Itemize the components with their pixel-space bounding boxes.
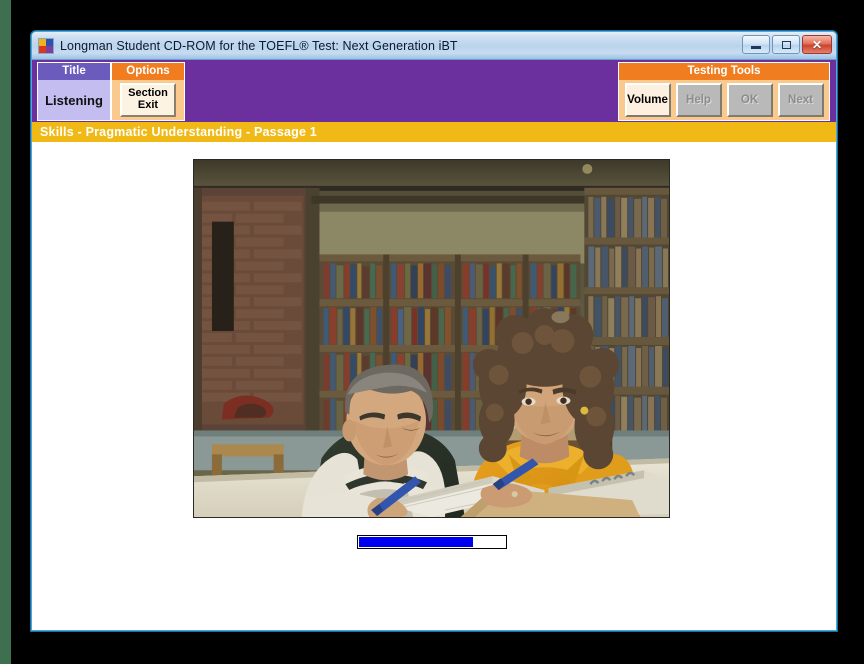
puzzle-icon [38,37,54,54]
skills-breadcrumb-bar: Skills - Pragmatic Understanding - Passa… [32,122,836,142]
help-button[interactable]: Help [675,83,722,117]
close-button[interactable]: ✕ [802,35,832,54]
application-window: Longman Student CD-ROM for the TOEFL® Te… [31,31,837,631]
lesson-photo [194,160,669,517]
minimize-icon [751,46,761,49]
window-title: Longman Student CD-ROM for the TOEFL® Te… [60,38,458,53]
section-exit-label-line2: Exit [137,99,159,111]
main-toolbar: Title Listening Options Section Exit Tes… [32,60,836,122]
next-button[interactable]: Next [777,83,824,117]
options-panel-header: Options [112,63,184,80]
current-section-label: Listening [45,92,103,108]
content-stage [32,142,836,630]
audio-progress-bar[interactable] [357,535,507,549]
volume-button-label: Volume [627,94,668,106]
next-button-label: Next [788,94,813,106]
help-button-label: Help [686,94,711,106]
window-title-bar[interactable]: Longman Student CD-ROM for the TOEFL® Te… [32,32,836,60]
testing-tools-buttons: Volume Help OK Next [619,80,829,120]
testing-tools-panel: Testing Tools Volume Help OK Next [618,62,830,121]
options-panel-body: Section Exit [112,80,184,120]
minimize-button[interactable] [742,35,770,54]
volume-button[interactable]: Volume [624,83,671,117]
title-panel: Title Listening [37,62,111,121]
desktop-green-strip [0,0,11,664]
testing-tools-header: Testing Tools [619,63,829,80]
options-panel: Options Section Exit [111,62,185,121]
library-scene-illustration [194,160,669,517]
title-panel-body: Listening [38,80,110,120]
maximize-icon [781,40,791,49]
window-controls: ✕ [742,35,832,54]
ok-button[interactable]: OK [726,83,773,117]
maximize-button[interactable] [772,35,800,54]
section-exit-button[interactable]: Section Exit [120,83,176,117]
skills-breadcrumb-text: Skills - Pragmatic Understanding - Passa… [40,125,317,139]
lesson-photo-frame [193,159,670,518]
toolbar-left-group: Title Listening Options Section Exit [37,62,185,121]
ok-button-label: OK [740,94,759,106]
title-panel-header: Title [38,63,110,80]
audio-progress-fill [359,537,473,547]
close-icon: ✕ [811,37,823,52]
